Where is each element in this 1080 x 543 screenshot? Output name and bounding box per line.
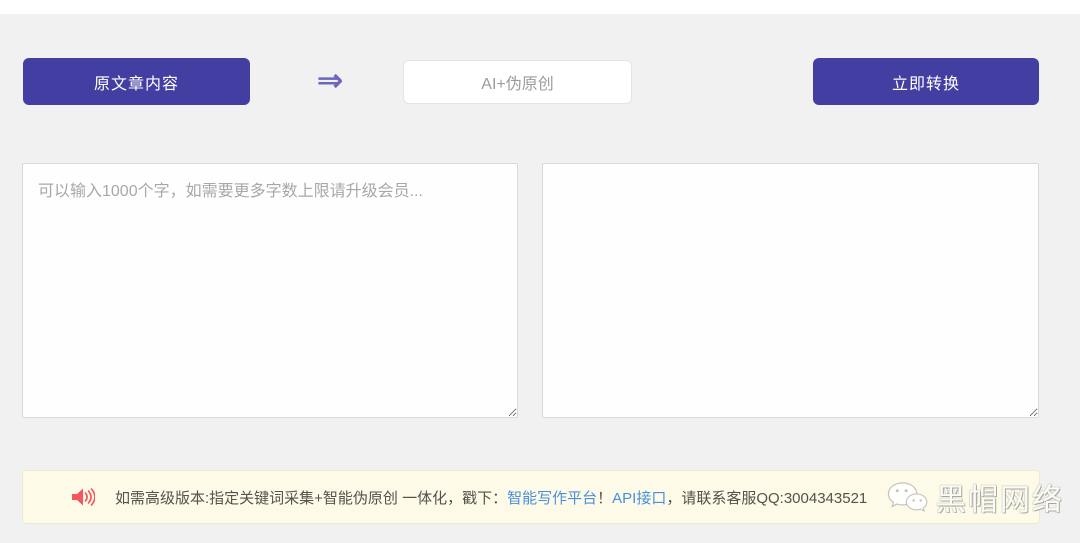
smart-writing-platform-link[interactable]: 智能写作平台 [507, 490, 597, 507]
notice-bar: 如需高级版本:指定关键词采集+智能伪原创 一体化，戳下：智能写作平台！API接口… [22, 470, 1040, 524]
double-arrow-icon: ⇒ [316, 61, 344, 98]
convert-now-button[interactable]: 立即转换 [813, 58, 1039, 105]
api-link[interactable]: API接口 [612, 490, 666, 507]
result-text-output[interactable] [542, 163, 1039, 418]
notice-text: 如需高级版本:指定关键词采集+智能伪原创 一体化，戳下：智能写作平台！API接口… [115, 487, 867, 508]
notice-separator: ！ [597, 489, 613, 507]
source-content-button[interactable]: 原文章内容 [23, 58, 250, 105]
notice-text-after: ，请联系客服QQ:3004343521 [666, 489, 868, 507]
top-strip [0, 0, 1080, 14]
mode-label-box: AI+伪原创 [403, 60, 632, 104]
notice-text-before: 如需高级版本:指定关键词采集+智能伪原创 一体化，戳下： [115, 489, 508, 507]
speaker-icon [72, 488, 95, 506]
source-text-input[interactable] [22, 163, 518, 418]
